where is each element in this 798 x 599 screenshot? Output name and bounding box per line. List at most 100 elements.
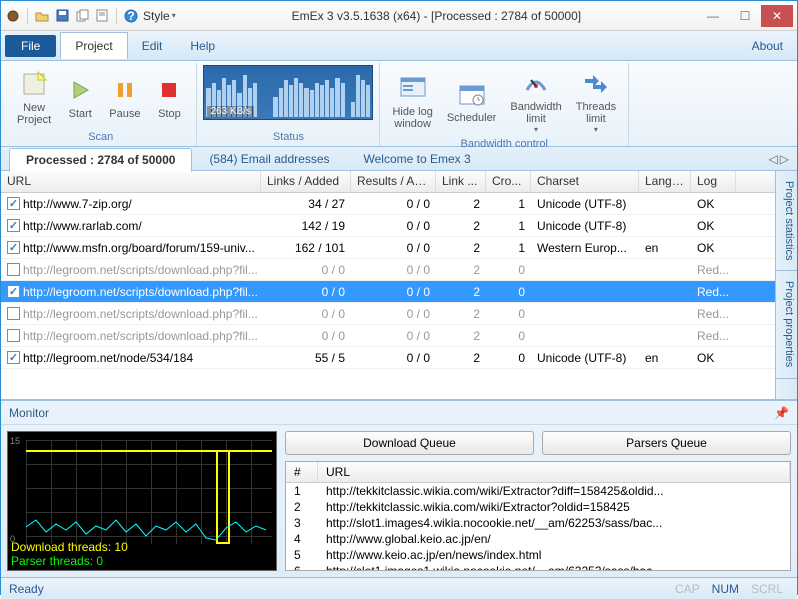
tab-welcome[interactable]: Welcome to Emex 3: [347, 147, 488, 171]
queue-row[interactable]: 2http://tekkitclassic.wikia.com/wiki/Ext…: [286, 499, 790, 515]
url-cell: http://legroom.net/scripts/download.php?…: [23, 263, 258, 277]
table-row[interactable]: http://legroom.net/scripts/download.php?…: [1, 281, 775, 303]
bandwidth-button[interactable]: Bandwidth limit ▾: [504, 65, 567, 136]
menu-help[interactable]: Help: [176, 33, 229, 59]
scheduler-button[interactable]: Scheduler: [441, 65, 503, 136]
url-cell: http://legroom.net/node/534/184: [23, 351, 193, 365]
menu-edit[interactable]: Edit: [128, 33, 177, 59]
table-row[interactable]: http://www.rarlab.com/142 / 190 / 021Uni…: [1, 215, 775, 237]
row-checkbox[interactable]: [7, 329, 20, 342]
app-icon[interactable]: [5, 8, 21, 24]
threads-button[interactable]: Threads limit ▾: [570, 65, 622, 136]
tab-emails[interactable]: (584) Email addresses: [192, 147, 346, 171]
menu-file[interactable]: File: [5, 35, 56, 57]
queue-url: http://www.global.keio.ac.jp/en/: [318, 532, 790, 546]
play-icon: [68, 74, 92, 106]
parsers-queue-button[interactable]: Parsers Queue: [542, 431, 791, 455]
monitor-panel: Monitor 📌 15 0 Download threads: 10 Pars…: [1, 399, 797, 577]
stop-button[interactable]: Stop: [148, 65, 190, 129]
queue-col-n[interactable]: #: [286, 462, 318, 482]
save-icon[interactable]: [54, 8, 70, 24]
status-text: Ready: [9, 582, 44, 596]
status-scrl: SCRL: [745, 582, 789, 596]
maximize-button[interactable]: ☐: [729, 5, 761, 27]
tab-nav-left-icon[interactable]: ◁: [769, 152, 778, 166]
cro-cell: 0: [486, 305, 531, 323]
queue-row[interactable]: 3http://slot1.images4.wikia.nocookie.net…: [286, 515, 790, 531]
col-link[interactable]: Link ...: [436, 171, 486, 192]
col-lang[interactable]: Lang ...: [639, 171, 691, 192]
col-log[interactable]: Log: [691, 171, 736, 192]
open-icon[interactable]: [34, 8, 50, 24]
menubar: File Project Edit Help About: [1, 31, 797, 61]
queue-row[interactable]: 5http://www.keio.ac.jp/en/news/index.htm…: [286, 547, 790, 563]
links-cell: 0 / 0: [261, 283, 351, 301]
queue-n: 2: [286, 500, 318, 514]
row-checkbox[interactable]: [7, 263, 20, 276]
menu-about[interactable]: About: [738, 33, 797, 59]
hide-log-button[interactable]: Hide log window: [386, 65, 438, 136]
copy-icon[interactable]: [74, 8, 90, 24]
charset-cell: [531, 268, 639, 272]
col-results[interactable]: Results / Ad...: [351, 171, 436, 192]
queue-row[interactable]: 4http://www.global.keio.ac.jp/en/: [286, 531, 790, 547]
side-tab-statistics[interactable]: Project statistics: [776, 171, 797, 271]
col-charset[interactable]: Charset: [531, 171, 639, 192]
row-checkbox[interactable]: [7, 351, 20, 364]
pause-button[interactable]: Pause: [103, 65, 146, 129]
queue-row[interactable]: 1http://tekkitclassic.wikia.com/wiki/Ext…: [286, 483, 790, 499]
results-cell: 0 / 0: [351, 239, 436, 257]
col-cro[interactable]: Cro...: [486, 171, 531, 192]
lang-cell: [639, 224, 691, 228]
download-queue-button[interactable]: Download Queue: [285, 431, 534, 455]
table-row[interactable]: http://legroom.net/scripts/download.php?…: [1, 303, 775, 325]
titlebar: ? Style EmEx 3 v3.5.1638 (x64) - [Proces…: [1, 1, 797, 31]
queue-n: 6: [286, 564, 318, 571]
col-links[interactable]: Links / Added: [261, 171, 351, 192]
menu-project[interactable]: Project: [60, 32, 127, 59]
log-cell: OK: [691, 195, 736, 213]
row-checkbox[interactable]: [7, 197, 20, 210]
log-cell: Red...: [691, 305, 736, 323]
queue-url: http://www.keio.ac.jp/en/news/index.html: [318, 548, 790, 562]
new-project-button[interactable]: New Project: [11, 65, 57, 129]
row-checkbox[interactable]: [7, 219, 20, 232]
minimize-button[interactable]: —: [697, 5, 729, 27]
close-button[interactable]: ✕: [761, 5, 793, 27]
row-checkbox[interactable]: [7, 285, 20, 298]
cro-cell: 1: [486, 217, 531, 235]
table-row[interactable]: http://legroom.net/node/534/18455 / 50 /…: [1, 347, 775, 369]
pin-icon[interactable]: 📌: [774, 406, 789, 420]
table-row[interactable]: http://www.7-zip.org/34 / 270 / 021Unico…: [1, 193, 775, 215]
tab-processed[interactable]: Processed : 2784 of 50000: [9, 148, 192, 172]
tab-nav-right-icon[interactable]: ▷: [780, 152, 789, 166]
cro-cell: 0: [486, 261, 531, 279]
hide-log-icon: [399, 72, 427, 104]
table-row[interactable]: http://www.msfn.org/board/forum/159-univ…: [1, 237, 775, 259]
links-cell: 142 / 19: [261, 217, 351, 235]
link-cell: 2: [436, 195, 486, 213]
start-button[interactable]: Start: [59, 65, 101, 129]
row-checkbox[interactable]: [7, 241, 20, 254]
status-cap: CAP: [669, 582, 706, 596]
col-url[interactable]: URL: [1, 171, 261, 192]
link-cell: 2: [436, 283, 486, 301]
notes-icon[interactable]: [94, 8, 110, 24]
lang-cell: [639, 268, 691, 272]
help-icon[interactable]: ?: [123, 8, 139, 24]
log-cell: OK: [691, 217, 736, 235]
bandwidth-icon: [523, 67, 549, 99]
queue-row[interactable]: 6http://slot1.images1.wikia.nocookie.net…: [286, 563, 790, 571]
pause-icon: [115, 74, 135, 106]
side-tab-properties[interactable]: Project properties: [776, 271, 797, 378]
link-cell: 2: [436, 217, 486, 235]
url-cell: http://www.rarlab.com/: [23, 219, 142, 233]
queue-col-url[interactable]: URL: [318, 462, 790, 482]
row-checkbox[interactable]: [7, 307, 20, 320]
url-cell: http://legroom.net/scripts/download.php?…: [23, 329, 258, 343]
table-row[interactable]: http://legroom.net/scripts/download.php?…: [1, 325, 775, 347]
style-dropdown[interactable]: Style: [143, 9, 176, 23]
parser-threads-label: Parser threads: 0: [11, 554, 128, 568]
table-row[interactable]: http://legroom.net/scripts/download.php?…: [1, 259, 775, 281]
charset-cell: [531, 290, 639, 294]
